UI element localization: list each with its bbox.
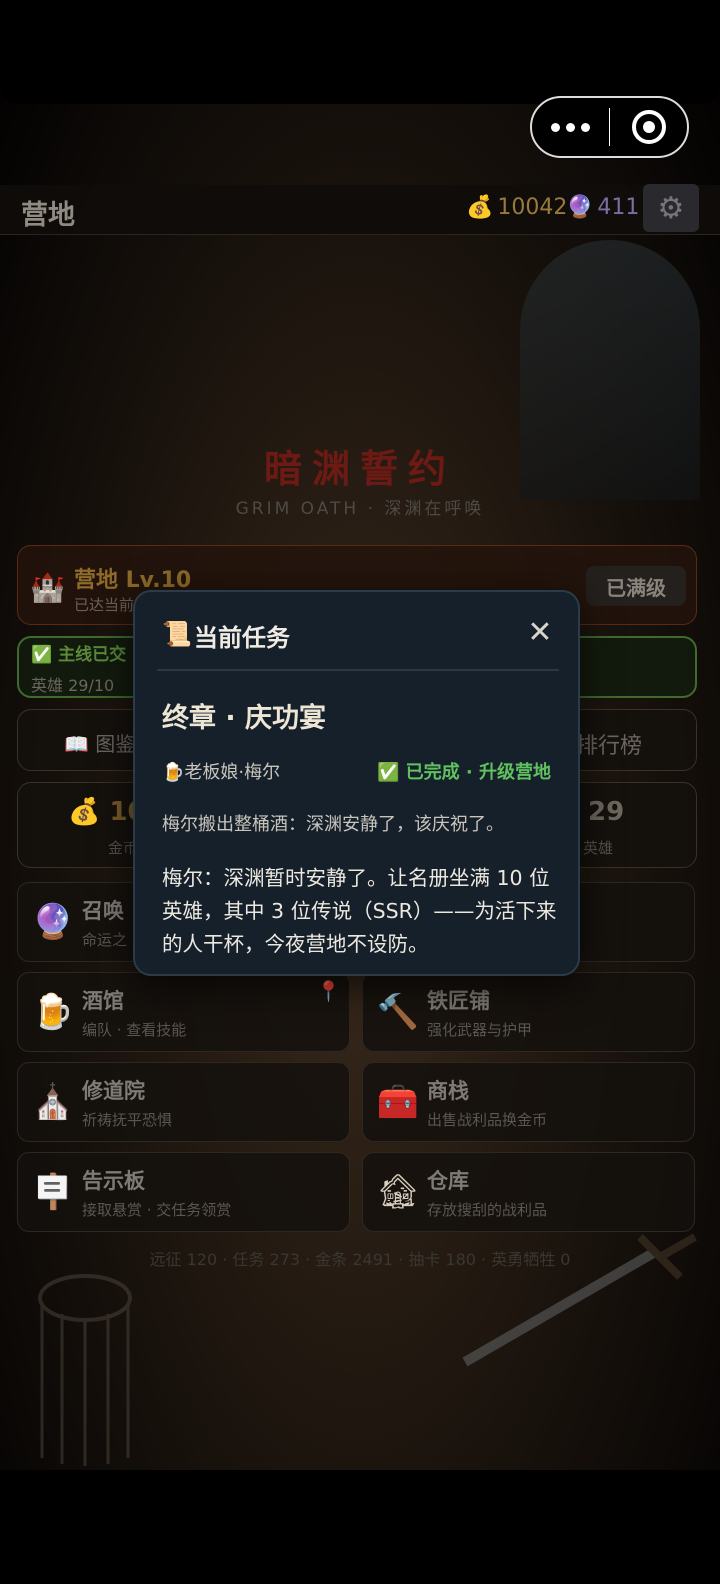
gear-icon: ⚙ bbox=[657, 190, 685, 226]
quest-chapter: 终章 · 庆功宴 bbox=[162, 703, 327, 734]
crystal-ball-icon: 🔮 bbox=[31, 902, 75, 942]
background-cage-icon bbox=[38, 1274, 132, 1466]
menu-tavern[interactable]: 🍺 酒馆 编队 · 查看技能 📍 bbox=[17, 972, 350, 1052]
menu-subtitle: 祈祷抚平恐惧 bbox=[82, 1111, 173, 1129]
tab-codex-label: 图鉴 bbox=[95, 732, 136, 756]
dialog-divider bbox=[157, 669, 559, 671]
menu-trading-post[interactable]: 🧰 商栈 出售战利品换金币 bbox=[362, 1062, 695, 1142]
page-title: 营地 bbox=[21, 200, 75, 231]
gold-counter: 💰 10042 bbox=[466, 195, 567, 220]
bottom-bar-area bbox=[0, 1470, 720, 1584]
menu-title: 修道院 bbox=[82, 1079, 145, 1103]
quest-npc-name: 老板娘·梅尔 bbox=[184, 762, 281, 783]
menu-warehouse[interactable]: 🏚 仓库 存放搜刮的战利品 bbox=[362, 1152, 695, 1232]
close-program-button[interactable] bbox=[610, 110, 687, 144]
beer-mug-icon: 🍺 bbox=[31, 992, 75, 1032]
notification-pin-icon: 📍 bbox=[316, 979, 341, 1003]
more-menu-button[interactable] bbox=[532, 122, 609, 132]
menu-subtitle: 命运之 bbox=[82, 931, 128, 949]
quest-status: ✅ 已完成 · 升级营地 bbox=[376, 762, 551, 783]
scroll-icon: 📜 bbox=[162, 620, 192, 648]
camp-subtitle: 已达当前 bbox=[74, 596, 135, 614]
close-icon: ✕ bbox=[527, 614, 553, 650]
crystal-ball-icon: 🔮 bbox=[566, 195, 594, 220]
hammer-icon: 🔨 bbox=[376, 992, 420, 1032]
main-quest-progress: 英雄 29/10 bbox=[31, 676, 115, 695]
dialog-title: 当前任务 bbox=[194, 624, 290, 652]
main-quest-status: ✅ 主线已交 bbox=[31, 645, 127, 665]
status-bar-area bbox=[0, 0, 720, 104]
menu-subtitle: 出售战利品换金币 bbox=[427, 1111, 548, 1129]
game-tagline: GRIM OATH · 深渊在呼唤 bbox=[235, 499, 485, 519]
shop-chest-icon: 🧰 bbox=[376, 1082, 420, 1122]
quest-intro: 梅尔搬出整桶酒：深渊安静了，该庆祝了。 bbox=[162, 814, 504, 835]
menu-subtitle: 存放搜刮的战利品 bbox=[427, 1201, 548, 1219]
gold-value: 10042 bbox=[497, 195, 568, 220]
menu-title: 酒馆 bbox=[82, 989, 124, 1013]
warehouse-icon: 🏚 bbox=[376, 1172, 420, 1212]
church-icon: ⛪ bbox=[31, 1082, 75, 1122]
menu-monastery[interactable]: ⛪ 修道院 祈祷抚平恐惧 bbox=[17, 1062, 350, 1142]
tab-leaderboard[interactable]: 排行榜 bbox=[576, 728, 642, 760]
signboard-icon: 🪧 bbox=[31, 1172, 75, 1212]
footer-stats: 远征 120 · 任务 273 · 金条 2491 · 抽卡 180 · 英勇牺… bbox=[149, 1250, 571, 1269]
top-bar: 营地 💰 10042 🔮 411 ⚙ bbox=[0, 184, 720, 235]
menu-title: 铁匠铺 bbox=[427, 989, 490, 1013]
menu-subtitle: 编队 · 查看技能 bbox=[82, 1021, 187, 1039]
menu-notice-board[interactable]: 🪧 告示板 接取悬赏 · 交任务领赏 bbox=[17, 1152, 350, 1232]
hero-stat-label: 英雄 bbox=[583, 839, 614, 857]
current-quest-dialog: 📜 当前任务 ✕ 终章 · 庆功宴 🍺老板娘·梅尔 ✅ 已完成 · 升级营地 梅… bbox=[133, 590, 580, 976]
gem-counter: 🔮 411 bbox=[566, 195, 639, 220]
tab-codex[interactable]: 📖 图鉴 bbox=[64, 728, 135, 757]
menu-title: 商栈 bbox=[427, 1079, 469, 1103]
max-level-button[interactable]: 已满级 bbox=[586, 566, 686, 606]
mini-program-capsule bbox=[530, 96, 689, 158]
money-bag-icon: 💰 bbox=[466, 195, 494, 220]
quest-description: 梅尔：深渊暂时安静了。让名册坐满 10 位英雄，其中 3 位传说（SSR）——为… bbox=[162, 866, 557, 956]
money-bag-icon: 💰 bbox=[68, 797, 101, 827]
gem-value: 411 bbox=[597, 195, 640, 220]
castle-icon: 🏰 bbox=[30, 571, 65, 604]
menu-subtitle: 接取悬赏 · 交任务领赏 bbox=[82, 1201, 232, 1219]
settings-button[interactable]: ⚙ bbox=[643, 184, 699, 232]
quest-npc: 🍺老板娘·梅尔 bbox=[162, 758, 280, 784]
menu-blacksmith[interactable]: 🔨 铁匠铺 强化武器与护甲 bbox=[362, 972, 695, 1052]
menu-subtitle: 强化武器与护甲 bbox=[427, 1021, 533, 1039]
game-title: 暗渊誓约 bbox=[263, 447, 456, 491]
close-button[interactable]: ✕ bbox=[523, 612, 557, 652]
menu-title: 召唤 bbox=[82, 899, 124, 923]
menu-title: 仓库 bbox=[427, 1169, 469, 1193]
hero-stat-value: 29 bbox=[588, 797, 625, 827]
beer-mug-icon: 🍺 bbox=[162, 762, 185, 783]
menu-title: 告示板 bbox=[82, 1169, 145, 1193]
game-screen: 营地 💰 10042 🔮 411 ⚙ 暗渊誓约 GRIM OATH · 深渊在呼唤 … bbox=[0, 0, 720, 1584]
target-icon bbox=[631, 110, 666, 144]
book-icon: 📖 bbox=[64, 732, 89, 756]
